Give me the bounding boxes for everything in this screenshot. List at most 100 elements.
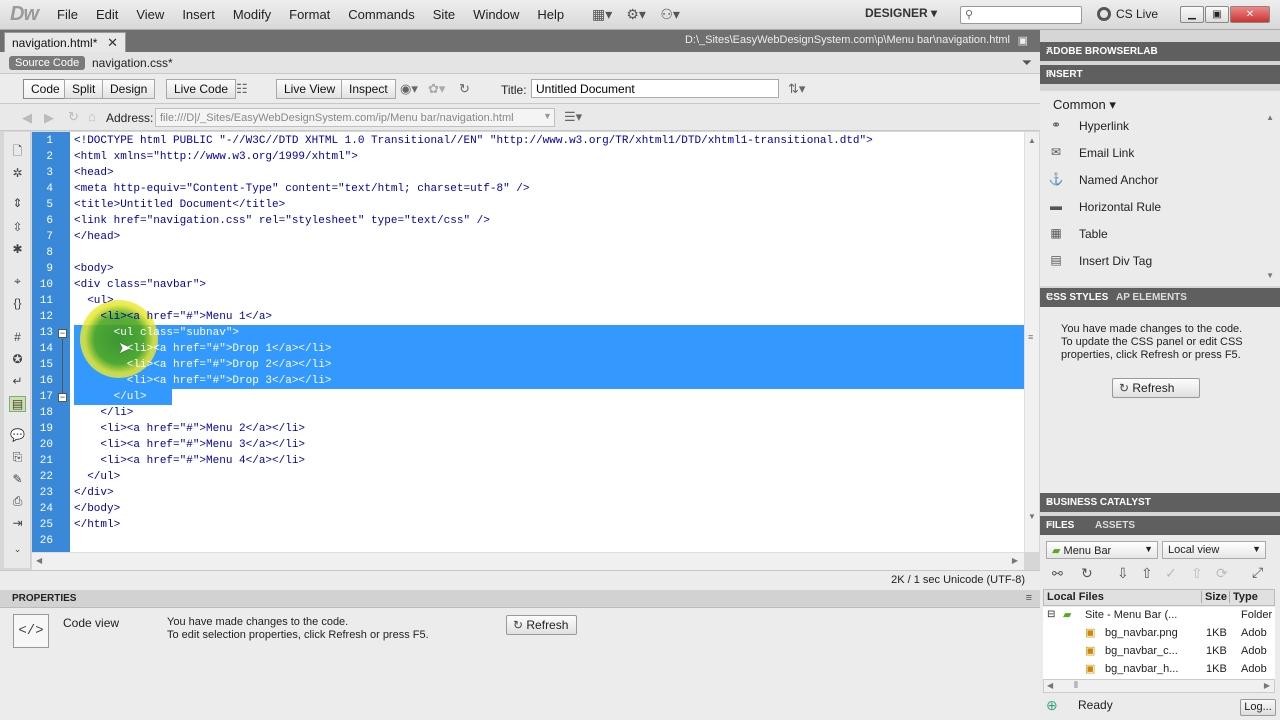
visual-aids-icon[interactable]: ✿▾ bbox=[428, 81, 445, 97]
get-files-icon[interactable]: ⇩ bbox=[1117, 565, 1129, 582]
insert-hyperlink[interactable]: Hyperlink bbox=[1079, 119, 1129, 133]
code-line[interactable]: <meta http-equiv="Content-Type" content=… bbox=[74, 181, 529, 197]
css-styles-panel-header[interactable]: CSS STYLES AP ELEMENTS ≡ bbox=[1040, 288, 1280, 307]
code-line[interactable]: <body> bbox=[74, 261, 114, 277]
restore-icon[interactable]: ▣ bbox=[1018, 34, 1028, 47]
code-line[interactable]: <li><a href="#">Drop 2</a></li> bbox=[74, 357, 332, 373]
collapse-tag-icon[interactable]: ⇕ bbox=[9, 196, 26, 212]
balance-braces-icon[interactable]: {} bbox=[9, 296, 26, 312]
fold-collapse-icon[interactable]: − bbox=[58, 393, 67, 402]
code-line[interactable]: </ul> bbox=[74, 469, 120, 485]
menu-modify[interactable]: Modify bbox=[224, 7, 280, 22]
scroll-grip-icon[interactable]: ≡ bbox=[1028, 332, 1033, 342]
scroll-grip-icon[interactable]: ⦀ bbox=[1074, 680, 1078, 691]
preview-icon[interactable]: ◉▾ bbox=[400, 81, 418, 97]
collapse-selection-icon[interactable]: ⇳ bbox=[9, 220, 26, 236]
insert-email-link[interactable]: Email Link bbox=[1079, 146, 1134, 160]
menu-site[interactable]: Site bbox=[424, 7, 464, 22]
chevron-down-icon[interactable]: ⌄ bbox=[9, 544, 26, 560]
refresh-icon[interactable]: ↻ bbox=[1081, 565, 1093, 582]
header-type[interactable]: Type bbox=[1229, 591, 1258, 603]
related-file-css[interactable]: navigation.css* bbox=[92, 56, 173, 70]
code-line[interactable]: </html> bbox=[74, 517, 120, 533]
chevron-down-icon[interactable]: ▼ bbox=[543, 111, 552, 121]
code-line[interactable]: </body> bbox=[74, 501, 120, 517]
close-icon[interactable]: ✕ bbox=[107, 35, 118, 51]
live-code-button[interactable]: Live Code bbox=[166, 79, 237, 99]
code-line[interactable]: <ul class="subnav"> bbox=[74, 325, 239, 341]
expand-all-icon[interactable]: ✱ bbox=[9, 242, 26, 258]
extend-icon[interactable]: ⚙▾ bbox=[619, 5, 653, 25]
syntax-coloring-icon[interactable]: ▤ bbox=[9, 396, 26, 412]
header-size[interactable]: Size bbox=[1201, 591, 1227, 603]
site-select[interactable]: ▰ Menu Bar ▼ bbox=[1046, 541, 1158, 559]
open-documents-icon[interactable]: 🗋 bbox=[9, 142, 26, 158]
filter-icon[interactable]: ⏷ bbox=[1022, 55, 1032, 71]
layout-icon[interactable]: ▦▾ bbox=[585, 5, 619, 25]
forward-icon[interactable]: ▶ bbox=[44, 110, 54, 126]
insert-div-tag[interactable]: Insert Div Tag bbox=[1079, 254, 1152, 268]
files-hscroll[interactable]: ◀ ⦀ ▶ bbox=[1043, 679, 1275, 693]
collapse-icon[interactable]: ⊟ bbox=[1047, 609, 1055, 620]
expand-icon[interactable]: ⤢ bbox=[1252, 564, 1263, 581]
panel-menu-icon[interactable]: ≡ bbox=[1046, 44, 1273, 56]
reload-icon[interactable]: ↻ bbox=[68, 109, 79, 125]
code-line[interactable]: <head> bbox=[74, 165, 114, 181]
code-line[interactable]: </ul> bbox=[74, 389, 147, 405]
refresh-icon[interactable]: ↻ bbox=[459, 81, 470, 97]
panel-menu-icon[interactable]: ≡ bbox=[1046, 495, 1273, 507]
code-view-button[interactable]: Code bbox=[23, 79, 68, 99]
horizontal-scrollbar[interactable]: ◀ ▶ bbox=[32, 552, 1024, 570]
code-line[interactable]: </head> bbox=[74, 229, 120, 245]
header-local-files[interactable]: Local Files bbox=[1047, 591, 1104, 603]
check-in-icon[interactable]: ⇧ bbox=[1191, 565, 1203, 582]
properties-header[interactable]: PROPERTIES ≡ bbox=[0, 590, 1040, 608]
file-row[interactable]: ▣ bg_navbar_c... 1KB Adob bbox=[1043, 643, 1275, 661]
files-panel-header[interactable]: FILES ASSETS ≡ bbox=[1040, 516, 1280, 535]
menu-help[interactable]: Help bbox=[528, 7, 573, 22]
file-management-icon[interactable]: ⇅▾ bbox=[788, 81, 805, 97]
insert-category-select[interactable]: Common ▾ bbox=[1053, 97, 1116, 113]
inspect-button[interactable]: Inspect bbox=[341, 79, 396, 99]
word-wrap-icon[interactable]: ↵ bbox=[9, 374, 26, 390]
apply-comment-icon[interactable]: 💬 bbox=[9, 428, 26, 444]
file-row[interactable]: ⊟ ▰ Site - Menu Bar (... Folder bbox=[1043, 607, 1275, 625]
code-line[interactable]: <!DOCTYPE html PUBLIC "-//W3C//DTD XHTML… bbox=[74, 133, 873, 149]
scroll-down-icon[interactable]: ▼ bbox=[1266, 271, 1274, 280]
source-code-tab[interactable]: Source Code bbox=[9, 56, 86, 70]
indent-icon[interactable]: ⇥ bbox=[9, 516, 26, 532]
put-files-icon[interactable]: ⇧ bbox=[1141, 565, 1153, 582]
code-line[interactable]: <li><a href="#">Menu 2</a></li> bbox=[74, 421, 305, 437]
remove-comment-icon[interactable]: ⎘ bbox=[9, 450, 26, 466]
scroll-right-icon[interactable]: ▶ bbox=[1264, 681, 1270, 690]
sync-icon[interactable]: ⟳ bbox=[1216, 565, 1228, 582]
code-line[interactable]: <li><a href="#">Menu 3</a></li> bbox=[74, 437, 305, 453]
title-input[interactable] bbox=[531, 79, 779, 98]
panel-menu-icon[interactable]: ≡ bbox=[1046, 518, 1273, 530]
menu-insert[interactable]: Insert bbox=[173, 7, 224, 22]
code-line[interactable]: <title>Untitled Document</title> bbox=[74, 197, 285, 213]
menu-edit[interactable]: Edit bbox=[87, 7, 127, 22]
tab-navigation-html[interactable]: navigation.html* ✕ bbox=[4, 32, 126, 52]
restore-button[interactable]: ▣ bbox=[1205, 6, 1229, 23]
code-editor[interactable]: ➤ <!DOCTYPE html PUBLIC "-//W3C//DTD XHT… bbox=[70, 132, 1024, 552]
check-out-icon[interactable]: ✓ bbox=[1165, 565, 1177, 582]
log-button[interactable]: Log... bbox=[1240, 699, 1276, 716]
split-view-button[interactable]: Split bbox=[64, 79, 104, 99]
code-line[interactable]: </div> bbox=[74, 485, 114, 501]
live-view-button[interactable]: Live View bbox=[276, 79, 344, 99]
minimize-button[interactable]: ▁ bbox=[1180, 6, 1204, 23]
code-line[interactable]: <link href="navigation.css" rel="stylesh… bbox=[74, 213, 490, 229]
fold-collapse-icon[interactable]: − bbox=[58, 329, 67, 338]
code-line[interactable]: <li><a href="#">Drop 3</a></li> bbox=[74, 373, 332, 389]
panel-menu-icon[interactable]: ≡ bbox=[1046, 67, 1273, 79]
code-line[interactable]: <li><a href="#">Drop 1</a></li> bbox=[74, 341, 332, 357]
design-view-button[interactable]: Design bbox=[102, 79, 156, 99]
scroll-left-icon[interactable]: ◀ bbox=[36, 556, 42, 565]
site-icon[interactable]: ⚇▾ bbox=[653, 5, 687, 25]
browse-options-icon[interactable]: ☰▾ bbox=[564, 109, 582, 125]
code-line[interactable]: <div class="navbar"> bbox=[74, 277, 206, 293]
close-button[interactable]: ✕ bbox=[1230, 6, 1270, 23]
address-input[interactable] bbox=[155, 108, 555, 127]
connect-icon[interactable]: ⚯ bbox=[1052, 566, 1063, 582]
